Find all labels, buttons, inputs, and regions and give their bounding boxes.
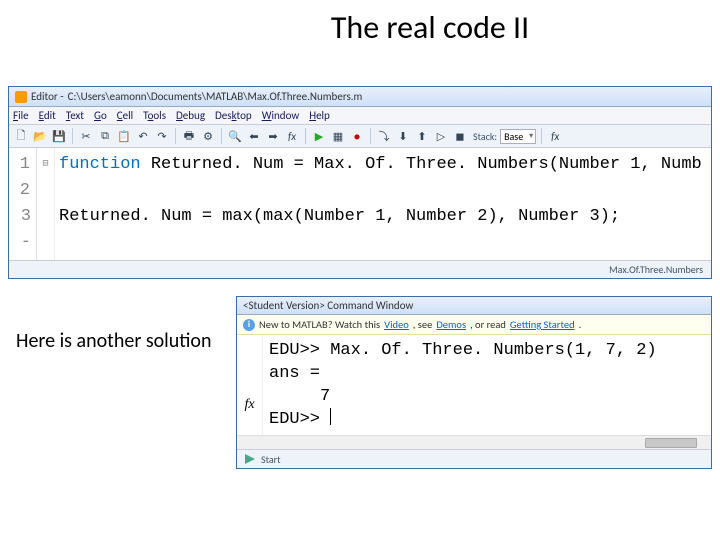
separator [72, 128, 73, 144]
command-statusbar[interactable]: Start [237, 449, 711, 468]
code-area[interactable]: 1 2 3 - ⊟ function Returned. Num = Max. … [9, 148, 711, 260]
menu-file[interactable]: FFileile [13, 109, 29, 122]
menu-debug[interactable]: Debug [176, 109, 205, 122]
breakpoint-icon[interactable]: ● [349, 128, 365, 144]
menu-window[interactable]: Window [262, 109, 300, 122]
cut-icon[interactable]: ✂ [78, 128, 94, 144]
cmd-line: EDU>> Max. Of. Three. Numbers(1, 7, 2) [269, 341, 657, 360]
fold-gutter[interactable]: ⊟ [37, 148, 55, 260]
keyword: function [59, 155, 151, 174]
line-num: 3 - [9, 204, 30, 256]
back-icon[interactable]: ⬅ [246, 128, 262, 144]
horizontal-scrollbar[interactable] [237, 435, 711, 449]
separator [541, 128, 542, 144]
start-icon[interactable] [243, 452, 257, 466]
toolbar-fx-icon[interactable]: fx [547, 128, 563, 144]
line-num: 1 [9, 152, 30, 178]
step-in-icon[interactable]: ⬇ [395, 128, 411, 144]
paste-icon[interactable]: 📋 [116, 128, 132, 144]
start-label[interactable]: Start [261, 453, 280, 466]
menu-help[interactable]: Help [309, 109, 330, 122]
editor-toolbar: 🗋 📂 💾 ✂ ⧉ 📋 ↶ ↷ 🖶 ⚙ 🔍 ⬅ ➡ fx ▶ ▦ ● ⤵ ⬇ ⬆… [9, 125, 711, 148]
editor-title-prefix: Editor - [31, 90, 64, 103]
new-icon[interactable]: 🗋 [13, 128, 29, 144]
banner-text: , or read [470, 318, 506, 331]
code-text[interactable]: function Returned. Num = Max. Of. Three.… [55, 148, 711, 260]
getting-started-link[interactable]: Getting Started [510, 318, 575, 331]
welcome-banner: i New to MATLAB? Watch this Video , see … [237, 315, 711, 335]
save-icon[interactable]: 💾 [51, 128, 67, 144]
banner-text: New to MATLAB? Watch this [259, 318, 380, 331]
editor-statusbar: Max.Of.Three.Numbers [9, 260, 711, 278]
line-num: 2 [9, 178, 30, 204]
code-line: Returned. Num = max(max(Number 1, Number… [59, 207, 620, 226]
fwd-icon[interactable]: ➡ [265, 128, 281, 144]
editor-menubar[interactable]: FFileile Edit Text Go Cell Tools Debug D… [9, 107, 711, 125]
fold-toggle-icon[interactable]: ⊟ [37, 152, 54, 178]
command-gutter: fx [237, 335, 263, 435]
slide-title: The real code II [0, 0, 720, 51]
menu-text[interactable]: Text [66, 109, 84, 122]
find-icon[interactable]: 🔍 [227, 128, 243, 144]
cursor [330, 408, 331, 425]
code-line: Returned. Num = Max. Of. Three. Numbers(… [151, 155, 702, 174]
cmd-line: ans = [269, 364, 320, 383]
command-titlebar: <Student Version> Command Window [237, 297, 711, 315]
run-icon[interactable]: ▶ [311, 128, 327, 144]
caption-text: Here is another solution [16, 330, 211, 353]
command-window: <Student Version> Command Window i New t… [236, 296, 712, 469]
menu-edit[interactable]: Edit [39, 109, 56, 122]
cmd-prompt: EDU>> [269, 410, 330, 429]
step-out-icon[interactable]: ⬆ [414, 128, 430, 144]
matlab-icon [15, 91, 27, 103]
copy-icon[interactable]: ⧉ [97, 128, 113, 144]
stop-icon[interactable]: ◼ [452, 128, 468, 144]
stack-label: Stack: [473, 130, 497, 143]
separator [221, 128, 222, 144]
fx-icon[interactable]: fx [284, 128, 300, 144]
cell-icon[interactable]: ▦ [330, 128, 346, 144]
separator [370, 128, 371, 144]
redo-icon[interactable]: ↷ [154, 128, 170, 144]
editor-titlebar: Editor - C:\Users\eamonn\Documents\MATLA… [9, 87, 711, 107]
command-body[interactable]: fx EDU>> Max. Of. Three. Numbers(1, 7, 2… [237, 335, 711, 435]
step-icon[interactable]: ⤵ [376, 128, 392, 144]
menu-cell[interactable]: Cell [117, 109, 133, 122]
stack-select[interactable]: Base [500, 129, 536, 144]
line-gutter: 1 2 3 - [9, 148, 37, 260]
info-icon: i [243, 319, 255, 331]
editor-file-path: C:\Users\eamonn\Documents\MATLAB\Max.Of.… [68, 90, 363, 103]
menu-go[interactable]: Go [94, 109, 107, 122]
menu-desktop[interactable]: Desktop [215, 109, 252, 122]
cmd-line: 7 [269, 387, 330, 406]
editor-window: Editor - C:\Users\eamonn\Documents\MATLA… [8, 86, 712, 279]
tool-icon[interactable]: ⚙ [200, 128, 216, 144]
banner-text: . [579, 318, 582, 331]
print-icon[interactable]: 🖶 [181, 128, 197, 144]
continue-icon[interactable]: ▷ [433, 128, 449, 144]
separator [175, 128, 176, 144]
fx-icon[interactable]: fx [244, 335, 254, 415]
open-icon[interactable]: 📂 [32, 128, 48, 144]
menu-tools[interactable]: Tools [143, 109, 166, 122]
undo-icon[interactable]: ↶ [135, 128, 151, 144]
demos-link[interactable]: Demos [436, 318, 466, 331]
separator [305, 128, 306, 144]
banner-text: , see [413, 318, 433, 331]
command-output[interactable]: EDU>> Max. Of. Three. Numbers(1, 7, 2) a… [263, 335, 711, 435]
video-link[interactable]: Video [384, 318, 409, 331]
